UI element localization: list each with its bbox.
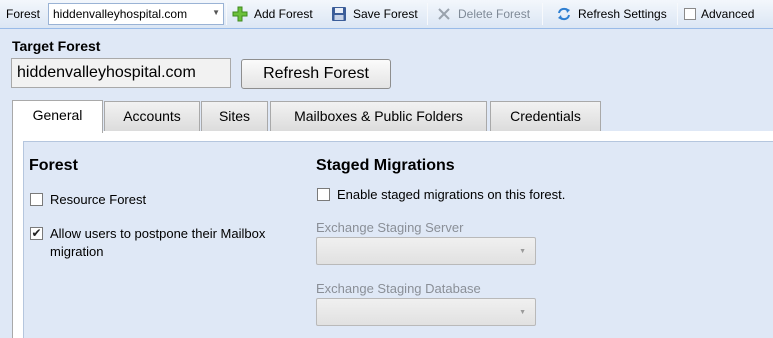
allow-postpone-label-line2: migration	[50, 244, 104, 259]
forest-select[interactable]: hiddenvalleyhospital.com ▼	[48, 3, 224, 25]
advanced-checkbox-box[interactable]	[684, 8, 696, 20]
toolbar-divider	[542, 3, 543, 25]
refresh-arrows-icon	[556, 6, 572, 22]
floppy-disk-icon	[331, 6, 347, 22]
allow-postpone-label-line1: Allow users to postpone their Mailbox	[50, 226, 266, 241]
add-forest-button[interactable]: Add Forest	[232, 4, 313, 24]
staging-database-label: Exchange Staging Database	[316, 281, 481, 296]
tab-sites[interactable]: Sites	[201, 101, 268, 131]
target-forest-field: hiddenvalleyhospital.com	[11, 58, 231, 88]
tab-credentials[interactable]: Credentials	[490, 101, 601, 131]
allow-postpone-label: Allow users to postpone their Mailbox mi…	[50, 225, 265, 261]
save-forest-label: Save Forest	[353, 7, 418, 21]
resource-forest-label: Resource Forest	[50, 192, 147, 207]
forest-label: Forest	[6, 7, 41, 21]
toolbar-divider	[427, 3, 428, 25]
delete-forest-button[interactable]: Delete Forest	[436, 4, 530, 24]
refresh-settings-button[interactable]: Refresh Settings	[556, 4, 667, 24]
plus-icon	[232, 6, 248, 22]
toolbar: Forest hiddenvalleyhospital.com ▼ Add Fo…	[0, 0, 773, 29]
add-forest-label: Add Forest	[254, 7, 313, 21]
allow-postpone-option[interactable]: ✔ Allow users to postpone their Mailbox …	[30, 225, 265, 261]
tab-accounts[interactable]: Accounts	[104, 101, 200, 131]
advanced-label: Advanced	[701, 7, 755, 21]
toolbar-divider	[226, 3, 227, 25]
chevron-down-icon[interactable]: ▼	[212, 8, 220, 17]
forest-select-value: hiddenvalleyhospital.com	[53, 7, 188, 21]
enable-staged-checkbox[interactable]	[317, 188, 330, 201]
staging-server-label: Exchange Staging Server	[316, 220, 464, 235]
chevron-down-icon[interactable]: ▼	[519, 309, 526, 316]
resource-forest-option[interactable]: Resource Forest	[30, 191, 146, 209]
enable-staged-option[interactable]: Enable staged migrations on this forest.	[317, 186, 565, 204]
target-forest-title: Target Forest	[12, 38, 101, 54]
resource-forest-checkbox[interactable]	[30, 193, 43, 206]
x-icon	[436, 6, 452, 22]
forest-section-title: Forest	[29, 157, 78, 174]
refresh-forest-button[interactable]: Refresh Forest	[241, 59, 391, 89]
staged-migrations-title: Staged Migrations	[316, 157, 455, 174]
refresh-settings-label: Refresh Settings	[578, 7, 667, 21]
toolbar-divider	[677, 3, 678, 25]
tab-general[interactable]: General	[12, 100, 103, 133]
delete-forest-label: Delete Forest	[458, 7, 531, 21]
general-settings-area: Forest Resource Forest ✔ Allow users to …	[23, 141, 773, 338]
general-tab-panel: Forest Resource Forest ✔ Allow users to …	[12, 131, 773, 338]
enable-staged-label: Enable staged migrations on this forest.	[337, 187, 566, 202]
chevron-down-icon[interactable]: ▼	[519, 248, 526, 255]
staging-server-combo[interactable]: ▼	[316, 237, 536, 265]
advanced-checkbox[interactable]: Advanced	[684, 4, 754, 24]
save-forest-button[interactable]: Save Forest	[331, 4, 418, 24]
allow-postpone-checkbox[interactable]: ✔	[30, 227, 43, 240]
tab-mailboxes-public-folders[interactable]: Mailboxes & Public Folders	[270, 101, 487, 131]
staging-database-combo[interactable]: ▼	[316, 298, 536, 326]
